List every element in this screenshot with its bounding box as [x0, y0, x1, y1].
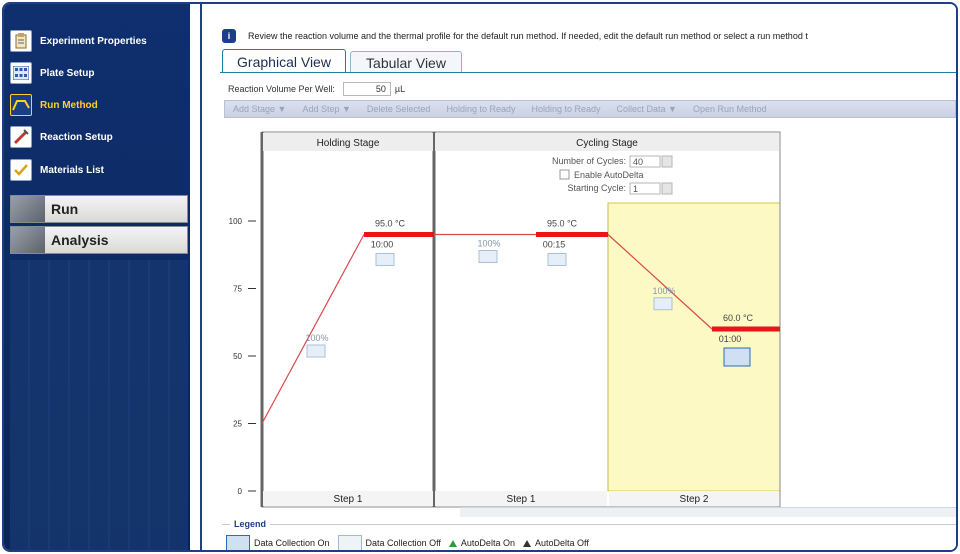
y-tick-label: 100	[229, 217, 243, 226]
step-label: Step 2	[680, 494, 709, 505]
data-collection-on-icon	[723, 347, 751, 367]
sidebar-item-materials-list[interactable]: Materials List	[10, 155, 188, 185]
reaction-volume-row: Reaction Volume Per Well: 50 µL	[228, 81, 405, 97]
app-window: Experiment Properties Plate Setup Run Me…	[2, 2, 958, 552]
tab-tabular-view[interactable]: Tabular View	[350, 51, 462, 73]
data-collection-off-icon	[337, 535, 362, 550]
ramp-rate-label: 100%	[305, 333, 328, 343]
starting-cycle-spinner[interactable]	[661, 182, 673, 195]
data-collection-off-icon	[306, 344, 326, 358]
autodelta-label: Enable AutoDelta	[574, 170, 644, 180]
sidebar-item-experiment-properties[interactable]: Experiment Properties	[10, 26, 188, 56]
y-tick-label: 0	[238, 487, 243, 496]
reaction-volume-input[interactable]: 50	[342, 82, 391, 96]
section-analysis-button[interactable]: Analysis	[10, 226, 188, 254]
legend-items: Data Collection On Data Collection Off A…	[226, 535, 589, 550]
main-panel: i Review the reaction volume and the the…	[200, 4, 956, 550]
holding-to-ready-button-2[interactable]: Holding to Ready	[531, 104, 600, 114]
tab-label: Tabular View	[366, 54, 446, 71]
ramp-line	[261, 234, 365, 424]
hold-temperature-label: 95.0 °C	[547, 219, 578, 229]
delete-selected-button[interactable]: Delete Selected	[367, 104, 431, 114]
section-label: Run	[51, 201, 79, 217]
step-label: Step 1	[334, 494, 363, 505]
checklist-icon	[10, 159, 32, 181]
section-run-button[interactable]: Run	[10, 195, 188, 223]
number-of-cycles-value: 40	[633, 157, 643, 167]
analysis-icon	[11, 227, 45, 253]
section-label: Analysis	[51, 232, 109, 248]
legend-title: Legend	[230, 519, 271, 529]
data-collection-off-icon	[375, 253, 395, 266]
holding-stage-title: Holding Stage	[317, 138, 380, 149]
sidebar-item-label: Materials List	[40, 164, 104, 176]
data-collection-off-icon	[478, 250, 498, 263]
starting-cycle-label: Starting Cycle:	[567, 183, 626, 193]
data-collection-on-icon	[226, 535, 250, 550]
holding-stage-frame[interactable]	[261, 131, 435, 508]
thermal-profile-chart: Holding Stage Cycling Stage Number of Cy…	[224, 128, 956, 518]
run-method-toolbar: Add Stage ▼ Add Step ▼ Delete Selected H…	[224, 100, 956, 118]
hold-temperature-label: 60.0 °C	[723, 313, 754, 323]
legend-label: AutoDelta On	[460, 538, 515, 548]
tab-label: Graphical View	[237, 53, 331, 70]
hold-temperature-label: 95.0 °C	[375, 219, 406, 229]
sidebar: Experiment Properties Plate Setup Run Me…	[4, 4, 190, 550]
sidebar-background	[10, 260, 188, 550]
add-stage-button[interactable]: Add Stage ▼	[233, 104, 286, 114]
sidebar-item-label: Run Method	[40, 99, 98, 111]
selected-step-background[interactable]	[607, 202, 781, 492]
sidebar-item-plate-setup[interactable]: Plate Setup	[10, 58, 188, 88]
holding-to-ready-button[interactable]: Holding to Ready	[446, 104, 515, 114]
thermal-profile-svg: Holding Stage Cycling Stage Number of Cy…	[229, 131, 781, 508]
temperature-axis: 100 75 50 25 0	[229, 217, 256, 496]
ramp-rate-label: 100%	[477, 239, 500, 249]
hold-time-label: 10:00	[371, 240, 394, 250]
sidebar-item-run-method[interactable]: Run Method	[10, 90, 188, 120]
legend-label: Data Collection Off	[365, 538, 441, 548]
autodelta-checkbox[interactable]	[559, 169, 570, 180]
cycles-spinner[interactable]	[661, 155, 673, 168]
y-tick-label: 25	[233, 420, 242, 429]
horizontal-scrollbar[interactable]	[460, 507, 956, 517]
pipette-icon	[10, 126, 32, 148]
legend-label: AutoDelta Off	[534, 538, 589, 548]
sidebar-item-label: Plate Setup	[40, 67, 95, 79]
add-step-button[interactable]: Add Step ▼	[302, 104, 350, 114]
plate-grid-icon	[10, 62, 32, 84]
hold-time-label: 00:15	[543, 240, 566, 250]
starting-cycle-value: 1	[633, 184, 638, 194]
hold-time-label: 01:00	[719, 334, 742, 344]
number-of-cycles-label: Number of Cycles:	[552, 156, 626, 166]
autodelta-off-icon	[522, 539, 531, 547]
data-collection-off-icon	[547, 253, 567, 266]
legend: Legend Data Collection On Data Collectio…	[222, 519, 956, 550]
reaction-volume-unit: µL	[394, 84, 406, 94]
tab-graphical-view[interactable]: Graphical View	[222, 49, 346, 73]
info-text: Review the reaction volume and the therm…	[248, 31, 808, 41]
data-collection-off-icon	[653, 297, 673, 311]
y-tick-label: 75	[233, 285, 242, 294]
sidebar-item-label: Experiment Properties	[40, 35, 147, 47]
run-icon	[11, 196, 45, 222]
info-message: i Review the reaction volume and the the…	[222, 28, 956, 44]
collect-data-button[interactable]: Collect Data ▼	[617, 104, 677, 114]
ramp-rate-label: 100%	[652, 286, 675, 296]
tab-divider	[220, 72, 956, 73]
y-tick-label: 50	[233, 352, 242, 361]
autodelta-on-icon	[448, 539, 457, 547]
sidebar-item-label: Reaction Setup	[40, 131, 113, 143]
info-icon: i	[222, 29, 236, 43]
open-run-method-button[interactable]: Open Run Method	[693, 104, 767, 114]
sidebar-item-reaction-setup[interactable]: Reaction Setup	[10, 122, 188, 152]
clipboard-icon	[10, 30, 32, 52]
legend-label: Data Collection On	[254, 538, 330, 548]
step-label: Step 1	[507, 494, 536, 505]
thermal-curve-icon	[10, 94, 32, 116]
reaction-volume-label: Reaction Volume Per Well:	[228, 84, 335, 94]
cycling-stage-title: Cycling Stage	[576, 138, 638, 149]
